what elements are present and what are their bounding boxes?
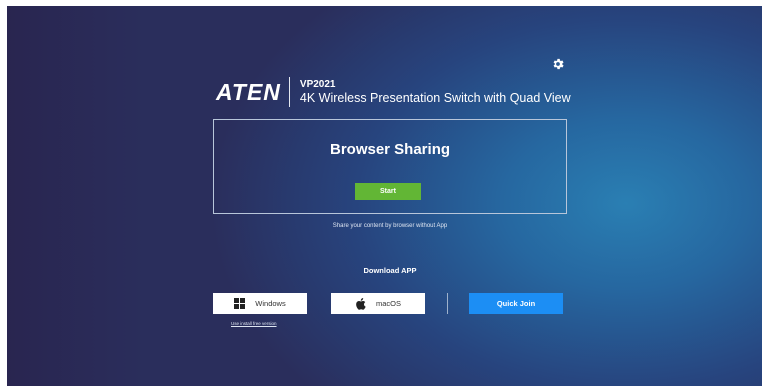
brand-header: ATEN VP2021 4K Wireless Presentation Swi… [216, 76, 571, 108]
browser-sharing-panel: Browser Sharing Start [213, 119, 567, 214]
button-separator [447, 293, 448, 314]
install-free-version-link[interactable]: Use install free version [231, 321, 277, 326]
presentation-screen: ATEN VP2021 4K Wireless Presentation Swi… [7, 6, 762, 386]
apple-icon [356, 297, 366, 310]
aten-logo: ATEN [216, 78, 281, 105]
windows-icon [234, 298, 246, 309]
product-info: VP2021 4K Wireless Presentation Switch w… [300, 79, 571, 105]
macos-label: macOS [375, 299, 401, 308]
windows-download-button[interactable]: Windows [213, 293, 307, 314]
windows-label: Windows [255, 299, 286, 308]
browser-sharing-description: Share your content by browser without Ap… [332, 223, 448, 229]
product-name: 4K Wireless Presentation Switch with Qua… [299, 90, 571, 105]
quick-join-button[interactable]: Quick Join [469, 293, 563, 314]
macos-download-button[interactable]: macOS [331, 293, 425, 314]
model-number: VP2021 [299, 79, 336, 91]
header-divider [288, 77, 290, 107]
settings-gear-icon[interactable] [551, 57, 565, 71]
download-app-title: Download APP [363, 266, 417, 275]
start-button[interactable]: Start [355, 183, 421, 200]
browser-sharing-title: Browser Sharing [329, 141, 451, 158]
